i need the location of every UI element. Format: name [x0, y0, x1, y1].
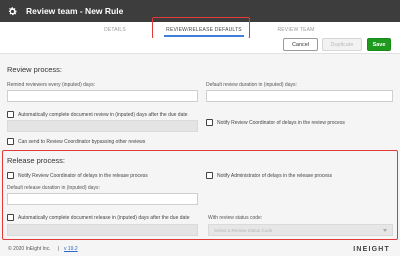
- footer-separator: |: [58, 246, 60, 252]
- notify-coordinator-review-checkbox[interactable]: [206, 119, 213, 126]
- notify-coordinator-review-label: Notify Review Coordinator of delays in t…: [217, 120, 345, 126]
- auto-complete-review-days-input: [7, 120, 198, 132]
- highlight-box-tab: [152, 17, 250, 39]
- gear-icon: [6, 5, 18, 17]
- remind-reviewers-label: Remind reviewers every (inputed) days:: [7, 82, 96, 88]
- auto-complete-release-checkbox[interactable]: [7, 214, 14, 221]
- review-duration-label: Default review duration in (inputed) day…: [206, 82, 297, 88]
- status-code-label: With review status code:: [208, 215, 263, 221]
- brand-logo: INEIGHT: [353, 245, 390, 253]
- review-duration-input[interactable]: [206, 90, 393, 102]
- version-link[interactable]: v 19.2: [64, 246, 78, 252]
- page-title: Review team - New Rule: [26, 6, 124, 16]
- notify-administrator-release-checkbox[interactable]: [206, 172, 213, 179]
- auto-complete-release-label: Automatically complete document release …: [18, 215, 190, 221]
- tab-details[interactable]: DETAILS: [92, 22, 138, 38]
- notify-coordinator-release-label: Notify Review Coordinator of delays in t…: [18, 173, 148, 179]
- chevron-down-icon: [383, 229, 387, 232]
- notify-coordinator-release-checkbox[interactable]: [7, 172, 14, 179]
- footer: © 2020 InEight Inc. | v 19.2 INEIGHT: [0, 242, 400, 256]
- save-button[interactable]: Save: [367, 38, 391, 51]
- release-duration-label: Default release duration in (inputed) da…: [7, 185, 100, 191]
- auto-complete-review-label: Automatically complete document review i…: [18, 112, 188, 118]
- release-process-title: Release process:: [7, 156, 65, 165]
- review-process-title: Review process:: [7, 65, 63, 74]
- duplicate-button[interactable]: Duplicate: [322, 38, 362, 51]
- cancel-button[interactable]: Cancel: [283, 38, 318, 51]
- status-code-placeholder: Select a Review Status Code: [214, 227, 273, 233]
- notify-administrator-release-label: Notify Administrator of delays in the re…: [217, 173, 333, 179]
- remind-reviewers-input[interactable]: [7, 90, 198, 102]
- tab-review-team[interactable]: REVIEW TEAM: [270, 22, 322, 38]
- action-toolbar: Cancel Duplicate Save: [0, 38, 400, 54]
- auto-complete-review-checkbox[interactable]: [7, 111, 14, 118]
- send-to-coordinator-label: Can send to Review Coordinator bypassing…: [18, 139, 146, 145]
- status-code-select[interactable]: Select a Review Status Code: [208, 224, 393, 236]
- copyright-text: © 2020 InEight Inc.: [8, 246, 51, 252]
- send-to-coordinator-checkbox[interactable]: [7, 138, 14, 145]
- auto-complete-release-days-input: [7, 224, 198, 236]
- release-duration-input[interactable]: [7, 193, 198, 205]
